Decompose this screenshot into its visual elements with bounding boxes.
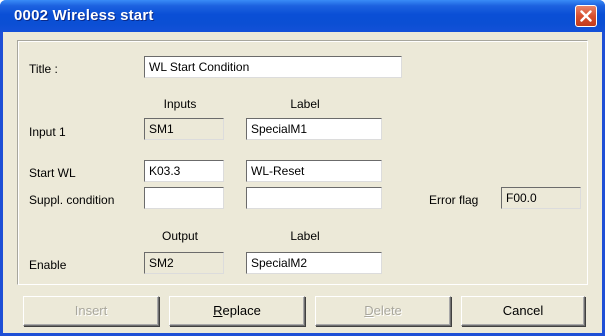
title-bar[interactable]: 0002 Wireless start xyxy=(0,0,605,32)
title-input[interactable]: WL Start Condition xyxy=(144,56,402,78)
start-wl-operand-field[interactable]: K03.3 xyxy=(144,160,224,182)
inputs-column-header: Inputs xyxy=(163,97,197,111)
start-wl-name-field[interactable]: WL-Reset xyxy=(246,160,382,182)
input1-label: Input 1 xyxy=(29,125,66,139)
enable-operand-field: SM2 xyxy=(144,252,224,274)
insert-button[interactable]: Insert xyxy=(23,296,159,326)
delete-mnemonic: D xyxy=(364,303,374,318)
window-title: 0002 Wireless start xyxy=(14,7,154,24)
label-column-header: Label xyxy=(290,97,320,111)
replace-button[interactable]: Replace xyxy=(169,296,305,326)
start-wl-label: Start WL xyxy=(29,166,76,180)
suppl-condition-name-field[interactable] xyxy=(246,187,382,209)
suppl-condition-operand-field[interactable] xyxy=(144,187,224,209)
enable-name-field[interactable]: SpecialM2 xyxy=(246,252,382,274)
enable-label: Enable xyxy=(29,258,67,272)
error-flag-field: F00.0 xyxy=(501,187,581,209)
output-column-header: Output xyxy=(161,229,199,243)
input1-name-field[interactable]: SpecialM1 xyxy=(246,118,382,140)
output-label-column-header: Label xyxy=(290,229,320,243)
title-label: Title : xyxy=(29,62,58,76)
delete-label-rest: elete xyxy=(373,303,402,318)
delete-button[interactable]: Delete xyxy=(315,296,451,326)
cancel-button[interactable]: Cancel xyxy=(461,296,585,326)
suppl-condition-label: Suppl. condition xyxy=(29,193,115,207)
replace-label-rest: eplace xyxy=(222,303,261,318)
input1-operand-field: SM1 xyxy=(144,118,224,140)
error-flag-label: Error flag xyxy=(429,193,479,207)
dialog-window: 0002 Wireless start Title : WL Start Con… xyxy=(0,0,605,336)
close-button[interactable] xyxy=(575,5,597,27)
replace-mnemonic: R xyxy=(213,303,223,318)
close-icon xyxy=(580,10,592,22)
